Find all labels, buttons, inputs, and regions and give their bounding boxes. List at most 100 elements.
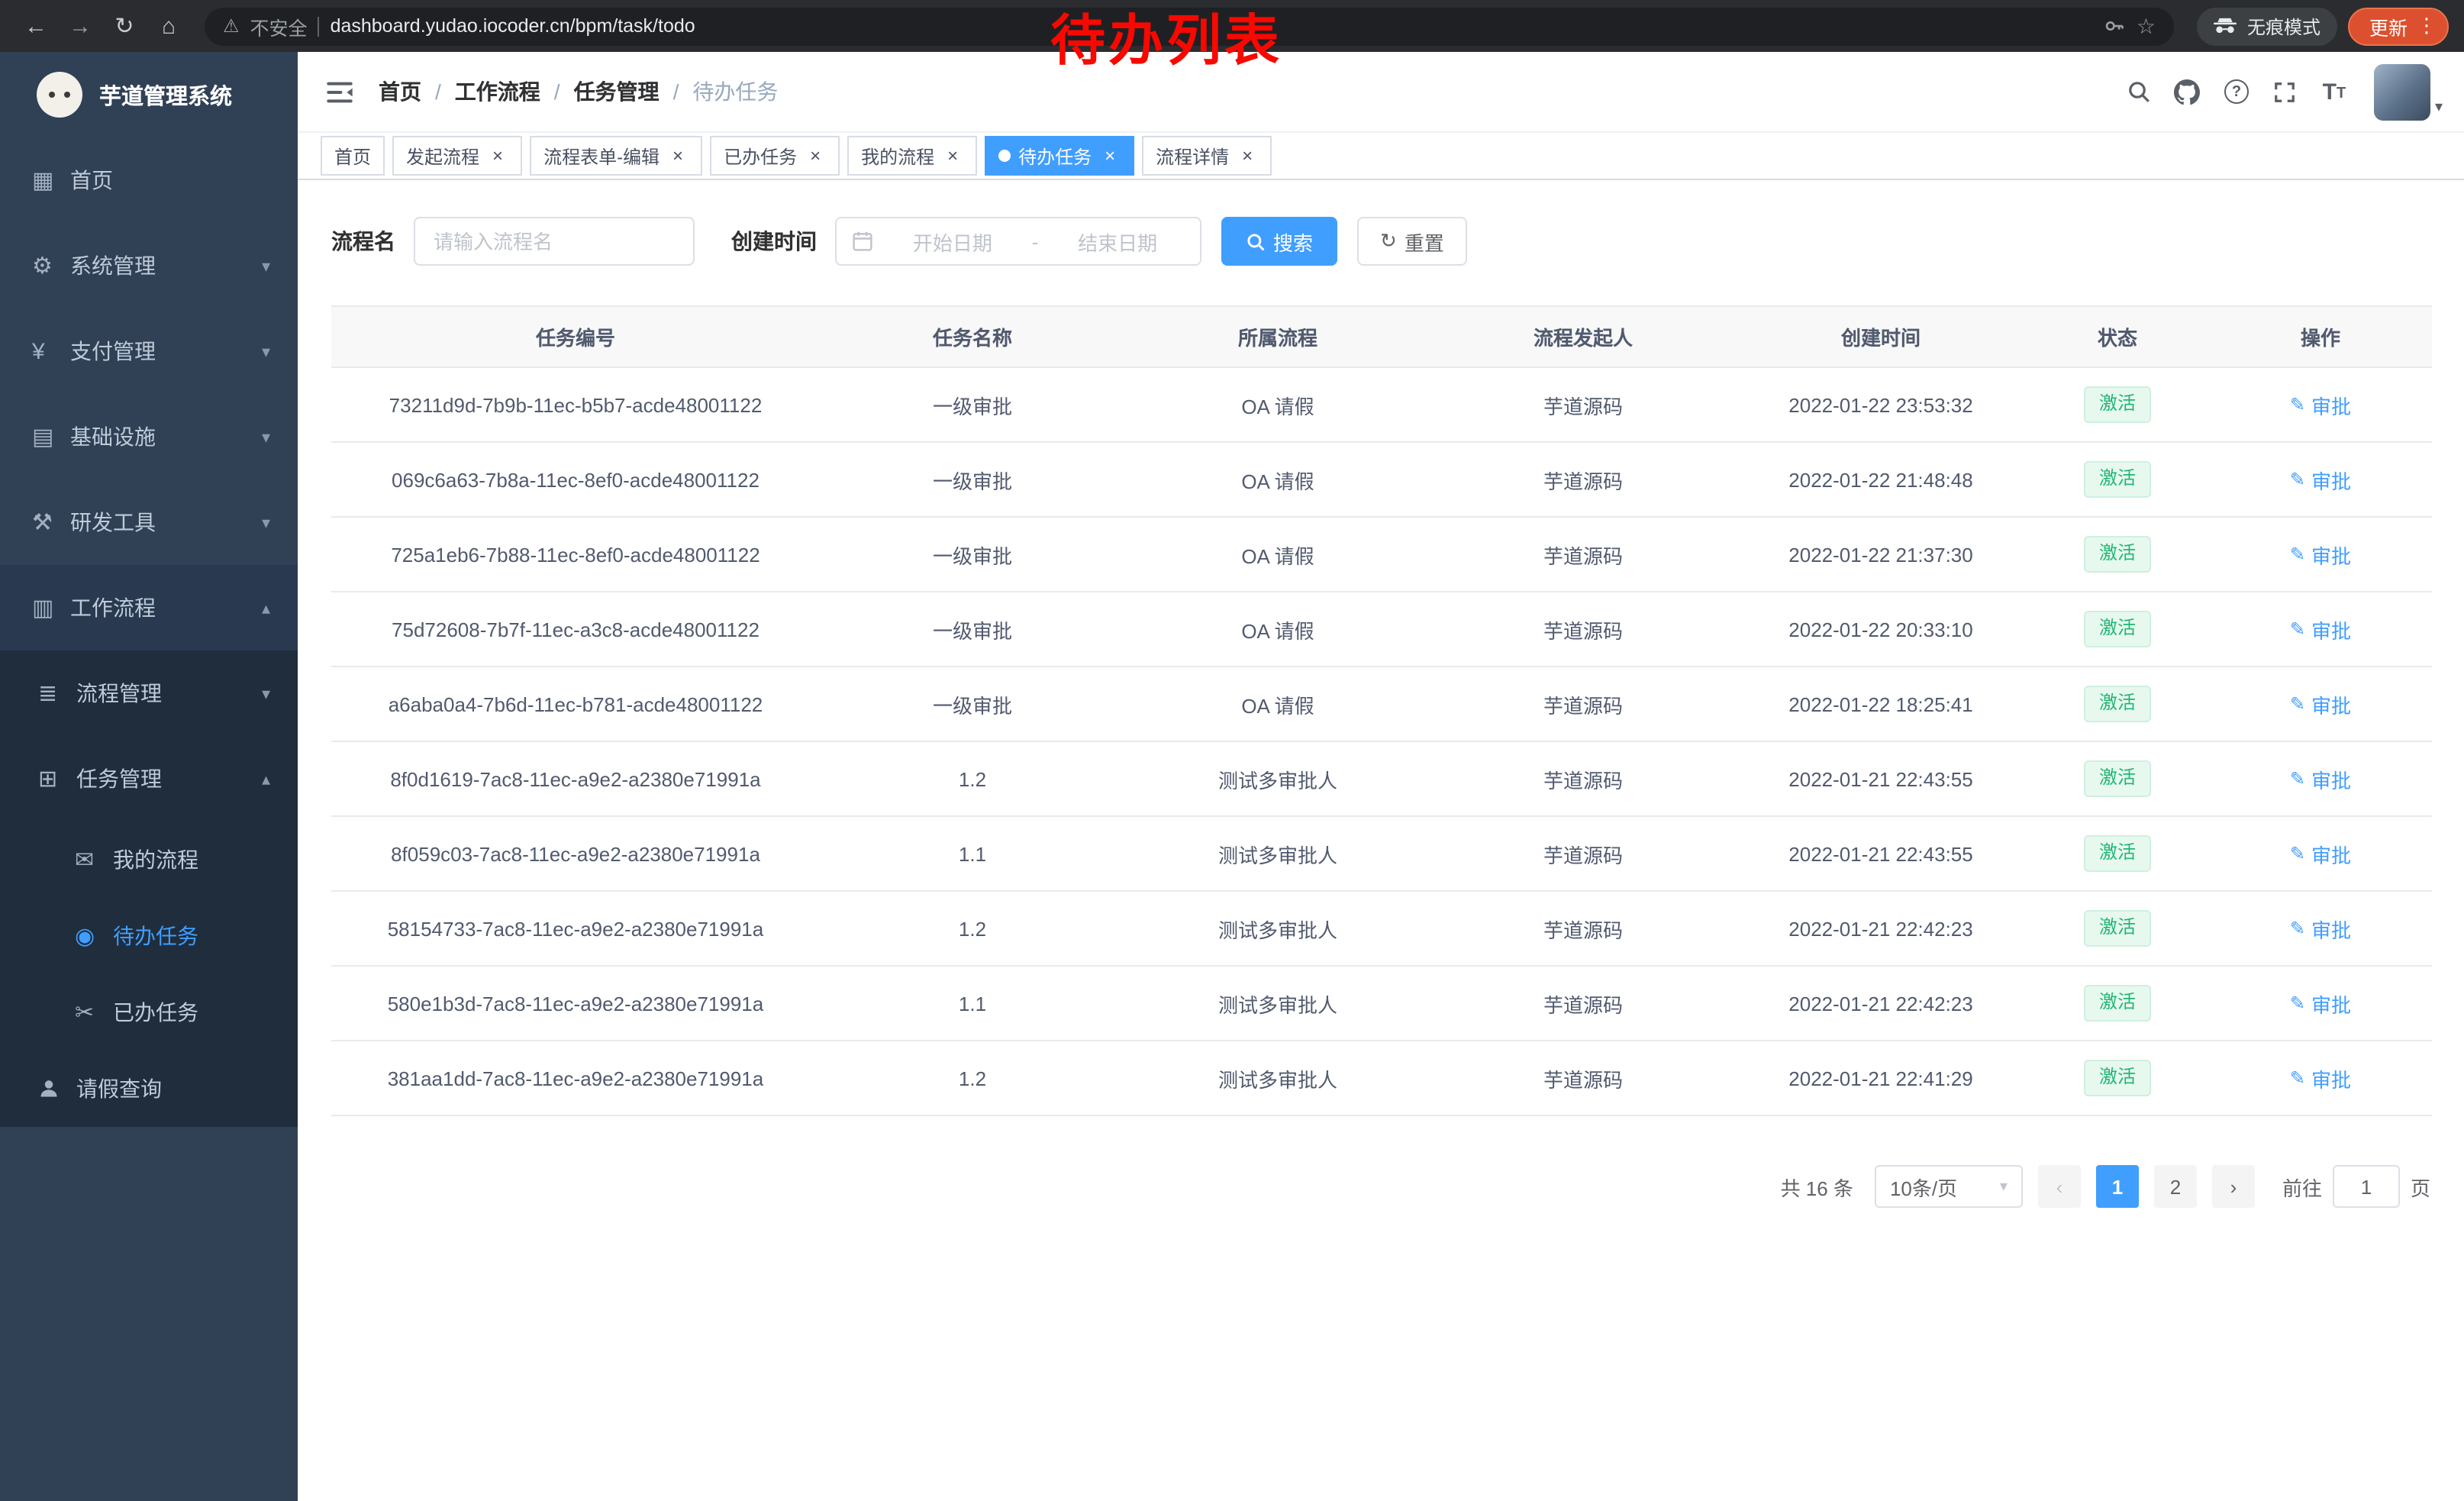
approve-link[interactable]: ✎审批 [2290, 540, 2351, 569]
sidebar-item-label: 基础设施 [70, 421, 262, 452]
sidebar-item-system-mgmt[interactable]: ⚙ 系统管理 ▾ [0, 223, 298, 308]
process-name-input[interactable] [414, 217, 695, 266]
tab-label: 待办任务 [1018, 143, 1092, 169]
process-cell: 测试多审批人 [1125, 966, 1430, 1041]
tab-process-detail[interactable]: 流程详情 × [1142, 136, 1272, 176]
approve-link[interactable]: ✎审批 [2290, 914, 2351, 943]
approve-link[interactable]: ✎审批 [2290, 689, 2351, 718]
security-label[interactable]: 不安全 [250, 11, 308, 40]
omnibox-divider [318, 16, 320, 36]
browser-home-button[interactable]: ⌂ [148, 5, 189, 47]
sidebar-item-devtools[interactable]: ⚒ 研发工具 ▾ [0, 479, 298, 565]
page-button-1[interactable]: 1 [2096, 1165, 2139, 1208]
close-icon[interactable]: × [805, 145, 826, 166]
approve-link[interactable]: ✎审批 [2290, 465, 2351, 494]
avatar[interactable] [2374, 63, 2430, 120]
sidebar-item-home[interactable]: ▦ 首页 [0, 137, 298, 223]
breadcrumb-task-mgmt[interactable]: 任务管理 [574, 76, 660, 107]
breadcrumb-home[interactable]: 首页 [379, 76, 421, 107]
tab-process-form-edit[interactable]: 流程表单-编辑 × [530, 136, 702, 176]
reset-button-label: 重置 [1405, 227, 1444, 256]
start-date-placeholder[interactable]: 开始日期 [885, 227, 1020, 256]
breadcrumb-workflow[interactable]: 工作流程 [455, 76, 540, 107]
chevron-right-icon: › [2230, 1175, 2237, 1198]
next-page-button[interactable]: › [2212, 1165, 2255, 1208]
sidebar-item-todo-tasks[interactable]: ◉ 待办任务 [0, 898, 298, 974]
close-icon[interactable]: × [667, 145, 689, 166]
task-id-cell: 8f0d1619-7ac8-11ec-a9e2-a2380e71991a [331, 741, 820, 816]
app-window: 芋道管理系统 ▦ 首页 ⚙ 系统管理 ▾ ¥ 支付管理 ▾ ▤ 基础设施 ▾ [0, 52, 2464, 1501]
sidebar-item-done-tasks[interactable]: ✂ 已办任务 [0, 974, 298, 1051]
tab-todo-tasks[interactable]: 待办任务 × [985, 136, 1134, 176]
user-menu[interactable]: ▾ [2374, 63, 2443, 120]
chevron-down-icon: ▾ [2435, 98, 2443, 120]
sidebar-item-leave-query[interactable]: 请假查询 [0, 1051, 298, 1127]
edit-icon: ✎ [2290, 693, 2305, 715]
sidebar-toggle-icon[interactable] [327, 80, 353, 103]
approve-link[interactable]: ✎审批 [2290, 1064, 2351, 1093]
sidebar-logo-row[interactable]: 芋道管理系统 [0, 52, 298, 137]
chevron-down-icon: ▾ [262, 427, 270, 447]
close-icon[interactable]: × [942, 145, 963, 166]
browser-forward-button[interactable]: → [60, 5, 101, 47]
sidebar-item-workflow[interactable]: ▥ 工作流程 ▴ [0, 565, 298, 650]
font-size-glyphs: TT [2323, 80, 2346, 103]
forward-icon: → [69, 13, 92, 39]
tab-label: 发起流程 [406, 143, 479, 169]
task-id-cell: 580e1b3d-7ac8-11ec-a9e2-a2380e71991a [331, 966, 820, 1041]
key-icon[interactable] [2104, 15, 2126, 37]
sidebar-item-my-process[interactable]: ✉ 我的流程 [0, 822, 298, 898]
fullscreen-icon[interactable] [2264, 70, 2307, 113]
close-icon[interactable]: × [1237, 145, 1258, 166]
screen: ← → ↻ ⌂ ⚠ 不安全 dashboard.yudao.iocoder.cn… [0, 0, 2464, 1501]
browser-reload-button[interactable]: ↻ [104, 5, 145, 47]
end-date-placeholder[interactable]: 结束日期 [1050, 227, 1185, 256]
sidebar-item-label: 研发工具 [70, 507, 262, 537]
chevron-down-icon: ▾ [262, 512, 270, 532]
tab-done-tasks[interactable]: 已办任务 × [710, 136, 840, 176]
search-button[interactable]: 搜索 [1221, 217, 1337, 266]
kebab-menu-icon[interactable]: ⋮ [2417, 14, 2437, 38]
approve-link[interactable]: ✎审批 [2290, 989, 2351, 1018]
question-mark-icon: ? [2224, 79, 2249, 104]
time-cell: 2022-01-22 21:48:48 [1736, 442, 2026, 517]
close-icon[interactable]: × [487, 145, 508, 166]
approve-link[interactable]: ✎审批 [2290, 615, 2351, 644]
browser-update-button[interactable]: 更新 ⋮ [2348, 7, 2449, 45]
status-cell: 激活 [2026, 517, 2209, 592]
font-size-icon[interactable]: TT [2313, 70, 2356, 113]
page-size-value: 10条/页 [1890, 1172, 1957, 1201]
sidebar-item-process-mgmt[interactable]: ≣ 流程管理 ▾ [0, 650, 298, 736]
approve-link[interactable]: ✎审批 [2290, 764, 2351, 793]
status-badge: 激活 [2084, 835, 2151, 871]
close-icon[interactable]: × [1099, 145, 1121, 166]
table-header-row: 任务编号 任务名称 所属流程 流程发起人 创建时间 状态 操作 [331, 306, 2432, 367]
tab-home[interactable]: 首页 [321, 136, 385, 176]
help-icon[interactable]: ? [2215, 70, 2258, 113]
bookmark-star-icon[interactable]: ☆ [2137, 13, 2156, 39]
tab-my-process[interactable]: 我的流程 × [847, 136, 977, 176]
sidebar-item-task-mgmt[interactable]: ⊞ 任务管理 ▴ [0, 736, 298, 822]
calendar-icon [852, 231, 873, 252]
todo-task-table: 任务编号 任务名称 所属流程 流程发起人 创建时间 状态 操作 73211d9d… [331, 305, 2432, 1116]
search-icon[interactable] [2117, 70, 2160, 113]
approve-link[interactable]: ✎审批 [2290, 839, 2351, 868]
sidebar-item-infrastructure[interactable]: ▤ 基础设施 ▾ [0, 394, 298, 479]
reset-button[interactable]: ↻ 重置 [1357, 217, 1467, 266]
dashboard-icon: ▦ [32, 166, 70, 194]
action-cell: ✎审批 [2209, 367, 2432, 442]
page-unit-label: 页 [2411, 1172, 2430, 1201]
date-range-picker[interactable]: 开始日期 - 结束日期 [835, 217, 1201, 266]
goto-page-input[interactable] [2333, 1165, 2400, 1208]
browser-back-button[interactable]: ← [15, 5, 56, 47]
tab-start-process[interactable]: 发起流程 × [392, 136, 522, 176]
github-icon[interactable] [2166, 70, 2209, 113]
sidebar-item-payment-mgmt[interactable]: ¥ 支付管理 ▾ [0, 308, 298, 394]
action-cell: ✎审批 [2209, 966, 2432, 1041]
prev-page-button[interactable]: ‹ [2038, 1165, 2081, 1208]
page-button-2[interactable]: 2 [2154, 1165, 2197, 1208]
page-size-select[interactable]: 10条/页 ▾ [1875, 1165, 2023, 1208]
starter-cell: 芋道源码 [1430, 517, 1736, 592]
status-badge: 激活 [2084, 536, 2151, 572]
approve-link[interactable]: ✎审批 [2290, 390, 2351, 419]
